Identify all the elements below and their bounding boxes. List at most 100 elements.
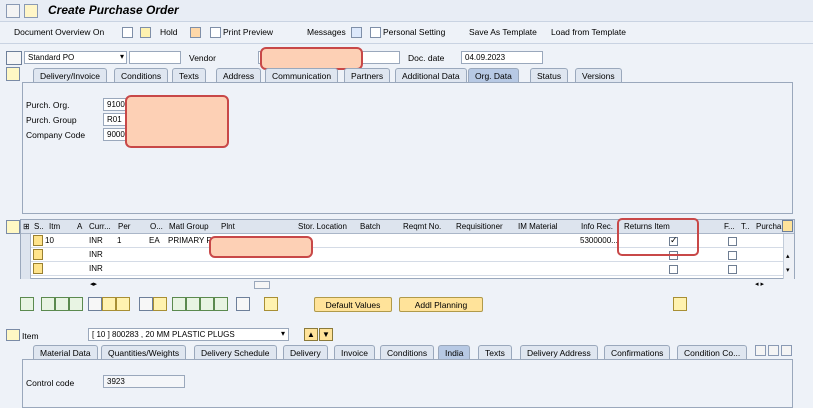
personal-setting-button[interactable]: Personal Setting: [370, 27, 445, 39]
col-per[interactable]: Per: [118, 222, 130, 231]
export-item-icon[interactable]: [673, 297, 687, 311]
delete-row-icon[interactable]: [88, 297, 102, 311]
free-item-checkbox[interactable]: [728, 251, 737, 260]
currency-cell[interactable]: INR: [89, 264, 103, 273]
col-info-rec[interactable]: Info Rec.: [581, 222, 613, 231]
filter-icon[interactable]: [200, 297, 214, 311]
returns-item-checkbox[interactable]: [669, 265, 678, 274]
tab-india[interactable]: India: [438, 345, 471, 359]
tab-address[interactable]: Address: [216, 68, 262, 82]
order-unit-cell[interactable]: EA: [149, 236, 160, 245]
doc-date-field[interactable]: 04.09.2023: [461, 51, 543, 64]
tab-delivery-schedule[interactable]: Delivery Schedule: [194, 345, 277, 359]
tab-confirmations[interactable]: Confirmations: [604, 345, 671, 359]
scroll-thumb[interactable]: [254, 281, 270, 289]
col-currency[interactable]: Curr...: [89, 222, 111, 231]
tab-org-data[interactable]: Org. Data: [468, 68, 519, 82]
matl-group-cell[interactable]: PRIMARY P: [168, 236, 212, 245]
row-selector-column[interactable]: [21, 234, 31, 279]
default-values-button[interactable]: Default Values: [314, 297, 392, 312]
currency-cell[interactable]: INR: [89, 250, 103, 259]
tab-additional-data[interactable]: Additional Data: [395, 68, 467, 82]
collapse-item-detail-icon[interactable]: [6, 329, 20, 341]
col-batch[interactable]: Batch: [360, 222, 380, 231]
collapse-items-icon[interactable]: [6, 220, 20, 234]
col-text[interactable]: T..: [741, 222, 749, 231]
layout-select-icon[interactable]: [236, 297, 250, 311]
control-code-field[interactable]: 3923: [103, 375, 185, 388]
free-item-checkbox[interactable]: [728, 265, 737, 274]
col-item[interactable]: Itm: [49, 222, 60, 231]
tab-material-data[interactable]: Material Data: [33, 345, 98, 359]
export-icon[interactable]: [153, 297, 167, 311]
tab-conditions[interactable]: Conditions: [114, 68, 169, 82]
currency-cell[interactable]: INR: [89, 236, 103, 245]
lock-icon[interactable]: [102, 297, 116, 311]
info-rec-cell[interactable]: 5300000...: [580, 236, 618, 245]
check-icon[interactable]: [190, 27, 203, 39]
col-account[interactable]: A: [77, 222, 82, 231]
print-icon[interactable]: [139, 297, 153, 311]
tab-delivery-address[interactable]: Delivery Address: [520, 345, 598, 359]
messages-button[interactable]: Messages: [307, 27, 346, 37]
tab-communication[interactable]: Communication: [265, 68, 339, 82]
tab-quantities-weights[interactable]: Quantities/Weights: [101, 345, 187, 359]
info-icon[interactable]: [351, 27, 364, 39]
sort-ascending-icon[interactable]: [172, 297, 186, 311]
sort-descending-icon[interactable]: [186, 297, 200, 311]
tab-invoice[interactable]: Invoice: [334, 345, 375, 359]
tab-texts[interactable]: Texts: [172, 68, 206, 82]
horizontal-scrollbar[interactable]: ◂▸ ◂ ▸: [90, 281, 780, 290]
copy-row-icon[interactable]: [69, 297, 83, 311]
tab-partners[interactable]: Partners: [344, 68, 391, 82]
save-icon[interactable]: [24, 4, 38, 18]
tabs-right-icon[interactable]: [768, 345, 779, 356]
col-requisitioner[interactable]: Requisitioner: [456, 222, 503, 231]
item-select[interactable]: [ 10 ] 800283 , 20 MM PLASTIC PLUGS ▾: [88, 328, 289, 341]
previous-item-button[interactable]: ▲: [304, 328, 318, 341]
next-item-button[interactable]: ▼: [319, 328, 333, 341]
hold-button[interactable]: Hold: [146, 27, 177, 37]
col-select-icon[interactable]: ⊞: [23, 222, 30, 231]
table-row[interactable]: INR: [31, 263, 784, 276]
scroll-right-icon[interactable]: ◂ ▸: [755, 280, 764, 288]
select-all-icon[interactable]: [41, 297, 55, 311]
layout-icon[interactable]: [782, 220, 793, 232]
cart-icon[interactable]: [6, 51, 22, 65]
collapse-header-icon[interactable]: [6, 67, 20, 81]
load-from-template-button[interactable]: Load from Template: [551, 27, 626, 37]
col-free[interactable]: F...: [724, 222, 735, 231]
col-im-material[interactable]: IM Material: [518, 222, 558, 231]
tab-condition-control[interactable]: Condition Co...: [677, 345, 748, 359]
item-cell[interactable]: 10: [45, 236, 54, 245]
save-as-template-button[interactable]: Save As Template: [469, 27, 537, 37]
scroll-left-icon[interactable]: ◂▸: [90, 280, 97, 288]
tab-item-texts[interactable]: Texts: [478, 345, 512, 359]
deselect-all-icon[interactable]: [55, 297, 69, 311]
addl-planning-button[interactable]: Addl Planning: [399, 297, 483, 312]
details-icon[interactable]: [20, 297, 34, 311]
tabs-list-icon[interactable]: [781, 345, 792, 356]
col-order-unit[interactable]: O...: [150, 222, 163, 231]
col-matl-group[interactable]: Matl Group: [169, 222, 209, 231]
menu-icon[interactable]: [6, 4, 20, 18]
doc-type-select[interactable]: Standard PO ▾: [24, 51, 127, 64]
col-reqmt-no[interactable]: Reqmt No.: [403, 222, 441, 231]
tabs-left-icon[interactable]: [755, 345, 766, 356]
col-stor-location[interactable]: Stor. Location: [298, 222, 347, 231]
scroll-up-icon[interactable]: ▴: [786, 252, 790, 260]
col-status[interactable]: S..: [34, 222, 44, 231]
unlock-icon[interactable]: [116, 297, 130, 311]
document-overview-button[interactable]: Document Overview On: [14, 27, 104, 37]
scroll-down-icon[interactable]: ▾: [786, 266, 790, 274]
new-document-icon[interactable]: [122, 27, 135, 39]
col-plant[interactable]: Plnt: [221, 222, 235, 231]
free-item-checkbox[interactable]: [728, 237, 737, 246]
tab-delivery-invoice[interactable]: Delivery/Invoice: [33, 68, 107, 82]
tab-versions[interactable]: Versions: [575, 68, 622, 82]
print-preview-button[interactable]: Print Preview: [210, 27, 273, 39]
vertical-scrollbar[interactable]: ▴ ▾: [783, 234, 794, 279]
per-cell[interactable]: 1: [117, 236, 121, 245]
tab-status[interactable]: Status: [530, 68, 569, 82]
po-number-field[interactable]: [129, 51, 181, 64]
